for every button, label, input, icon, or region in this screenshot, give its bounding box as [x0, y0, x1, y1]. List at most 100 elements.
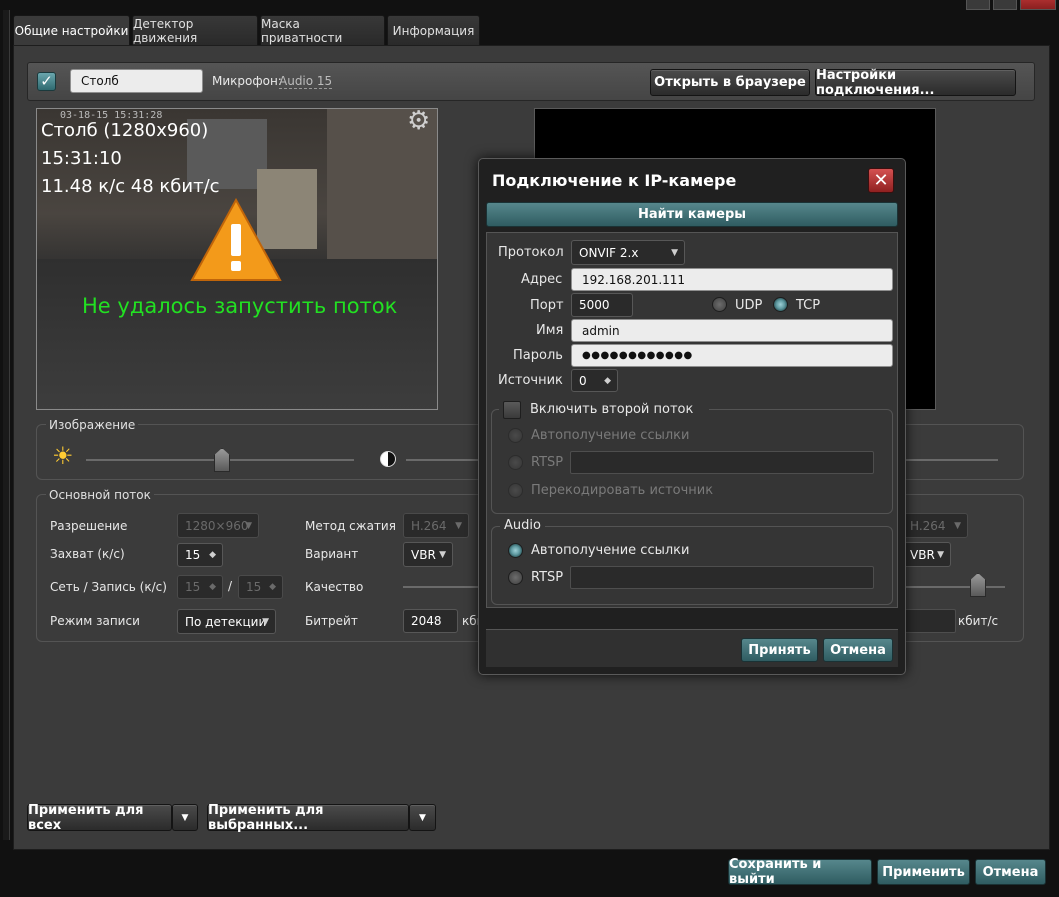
protocol-select[interactable]: ONVIF 2.x ▼	[571, 240, 685, 265]
stream-time: 15:31:10	[41, 148, 122, 169]
mic-link[interactable]: Audio 15	[279, 74, 333, 89]
net-fps-spinner: 15 ◆	[177, 575, 223, 599]
apply-all-dropdown[interactable]: ▼	[172, 804, 198, 831]
fps-label: Захват (к/с)	[50, 547, 125, 561]
rec-mode-label: Режим записи	[50, 614, 140, 628]
audio-auto-label: Автополучение ссылки	[531, 543, 690, 558]
stream-title: Столб (1280x960)	[41, 120, 209, 141]
password-input[interactable]: ●●●●●●●●●●●●	[571, 344, 893, 367]
tcp-radio[interactable]	[773, 297, 788, 312]
chevron-down-icon: ▼	[455, 520, 462, 531]
udp-label: UDP	[735, 298, 763, 313]
quality2-slider-track[interactable]	[905, 586, 1005, 588]
bitrate2-input[interactable]	[902, 609, 956, 633]
rec-fps-spinner: 15 ◆	[238, 575, 283, 599]
spinner-icon: ◆	[269, 582, 276, 592]
main-stream-title: Основной поток	[46, 488, 154, 502]
source-spinner[interactable]: 0 ◆	[571, 369, 618, 392]
warning-icon	[190, 197, 282, 282]
audio-rtsp-radio[interactable]	[508, 570, 523, 585]
rec-fps-value: 15	[246, 580, 262, 594]
rtsp-radio	[508, 455, 523, 470]
audio-rtsp-input[interactable]	[570, 566, 874, 589]
address-input[interactable]: 192.168.201.111	[571, 268, 893, 291]
tcp-label: TCP	[796, 298, 821, 313]
quality-label: Качество	[305, 580, 364, 594]
apply-selected-button[interactable]: Применить для выбранных...	[207, 802, 409, 833]
address-label: Адрес	[521, 272, 563, 287]
open-browser-button[interactable]: Открыть в браузере	[650, 69, 810, 96]
apply-all-label: Применить для всех	[28, 802, 144, 833]
rtsp-label: RTSP	[531, 455, 564, 470]
fps-spinner[interactable]: 15 ◆	[177, 543, 223, 567]
maximize-button[interactable]	[993, 0, 1017, 10]
audio-title: Audio	[500, 518, 545, 533]
rtsp-input	[570, 451, 874, 474]
net-fps-value: 15	[185, 580, 201, 594]
codec-value: H.264	[411, 518, 447, 533]
variant2-value: VBR	[910, 547, 935, 562]
spinner-icon: ◆	[209, 582, 216, 592]
username-input[interactable]: admin	[571, 319, 893, 342]
password-label: Пароль	[513, 348, 563, 363]
find-cameras-button[interactable]: Найти камеры	[486, 202, 898, 227]
connection-settings-button[interactable]: Настройки подключения...	[815, 68, 1016, 98]
chevron-down-icon: ▼	[245, 520, 252, 531]
tab-info[interactable]: Информация	[387, 15, 480, 45]
tab-motion-detector[interactable]: Детектор движения	[132, 15, 258, 45]
apply-selected-label: Применить для выбранных...	[208, 802, 324, 833]
contrast-slider-track[interactable]	[406, 459, 486, 461]
chevron-down-icon: ▼	[937, 549, 944, 560]
brightness-icon: ☀	[52, 442, 74, 470]
save-exit-button[interactable]: Сохранить и выйти	[728, 857, 872, 887]
preview-gear-icon[interactable]: ⚙	[407, 108, 430, 134]
dialog-accept-button[interactable]: Принять	[741, 638, 818, 662]
transcode-label: Перекодировать источник	[531, 483, 714, 498]
source-label: Источник	[498, 373, 563, 388]
protocol-value: ONVIF 2.x	[579, 245, 639, 260]
apply-button[interactable]: Применить	[877, 859, 970, 885]
second-stream-checkbox[interactable]	[503, 401, 521, 419]
dialog-title: Подключение к IP-камере	[492, 171, 737, 190]
close-window-button[interactable]	[1020, 0, 1056, 10]
tab-privacy-mask[interactable]: Маска приватности	[260, 15, 385, 45]
camera-name-input[interactable]: Столб	[70, 69, 203, 93]
resolution-label: Разрешение	[50, 519, 128, 533]
resolution-value: 1280×960	[185, 518, 249, 533]
codec-label: Метод сжатия	[305, 519, 396, 533]
stream-stats: 11.48 к/с 48 кбит/с	[41, 176, 220, 197]
chevron-down-icon: ▼	[671, 247, 678, 258]
saturation-slider-track[interactable]	[905, 459, 998, 461]
variant2-select[interactable]: VBR ▼	[902, 542, 951, 567]
codec2-value: H.264	[910, 518, 946, 533]
apply-all-button[interactable]: Применить для всех	[27, 802, 172, 833]
variant-label: Вариант	[305, 547, 359, 561]
port-input[interactable]: 5000	[571, 293, 633, 317]
auto-link-label: Автополучение ссылки	[531, 428, 690, 443]
minimize-button[interactable]	[966, 0, 990, 10]
variant-value: VBR	[411, 547, 436, 562]
bitrate-label: Битрейт	[305, 614, 358, 628]
dialog-close-button[interactable]: ✕	[868, 168, 894, 193]
resolution-select: 1280×960 ▼	[177, 513, 259, 538]
tab-general[interactable]: Общие настройки	[13, 15, 130, 46]
source-value: 0	[579, 373, 587, 388]
fps-value: 15	[185, 548, 201, 562]
bitrate-input[interactable]: 2048	[403, 609, 458, 633]
audio-auto-radio[interactable]	[508, 543, 523, 558]
udp-radio[interactable]	[712, 297, 727, 312]
variant-select[interactable]: VBR ▼	[403, 542, 453, 567]
image-group-title: Изображение	[46, 418, 139, 432]
codec-select: H.264 ▼	[403, 513, 469, 538]
chevron-down-icon: ▼	[439, 549, 446, 560]
enabled-checkbox[interactable]: ✓	[37, 72, 56, 91]
error-message: Не удалось запустить поток	[82, 294, 398, 318]
quality-slider-track[interactable]	[403, 586, 483, 588]
audio-rtsp-label: RTSP	[531, 570, 564, 585]
spinner-icon: ◆	[604, 375, 611, 386]
cancel-button[interactable]: Отмена	[975, 859, 1046, 885]
dialog-cancel-button[interactable]: Отмена	[823, 638, 893, 662]
apply-selected-dropdown[interactable]: ▼	[409, 804, 436, 831]
rec-mode-select[interactable]: По детекции ▼	[177, 609, 276, 634]
chevron-down-icon: ▼	[954, 520, 961, 531]
